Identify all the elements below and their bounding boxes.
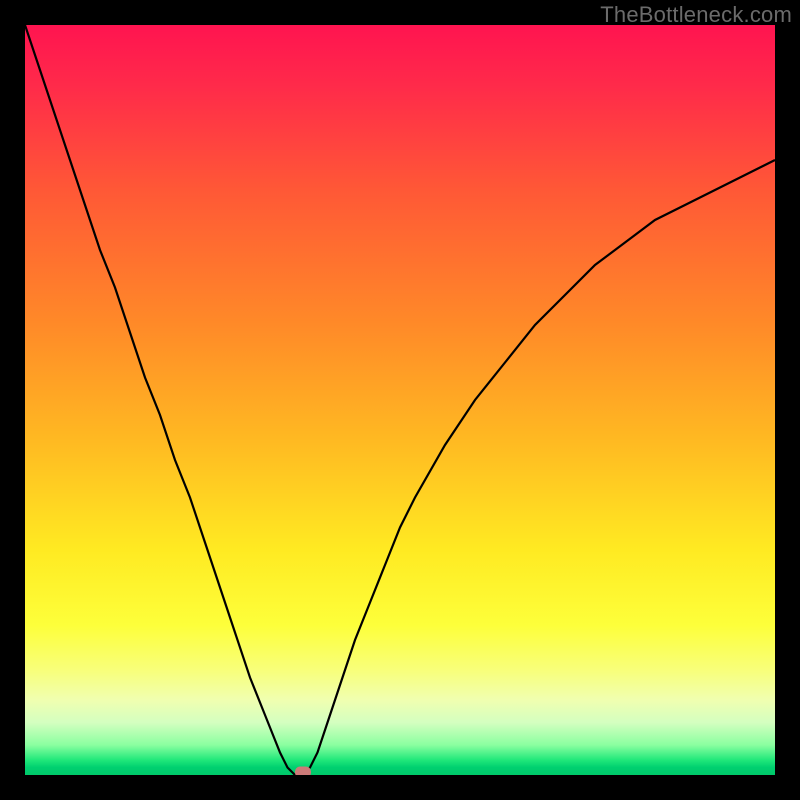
bottleneck-curve — [25, 25, 775, 775]
watermark-text: TheBottleneck.com — [600, 2, 792, 28]
chart-container: TheBottleneck.com — [0, 0, 800, 800]
optimal-point-marker — [295, 767, 311, 776]
plot-area — [25, 25, 775, 775]
